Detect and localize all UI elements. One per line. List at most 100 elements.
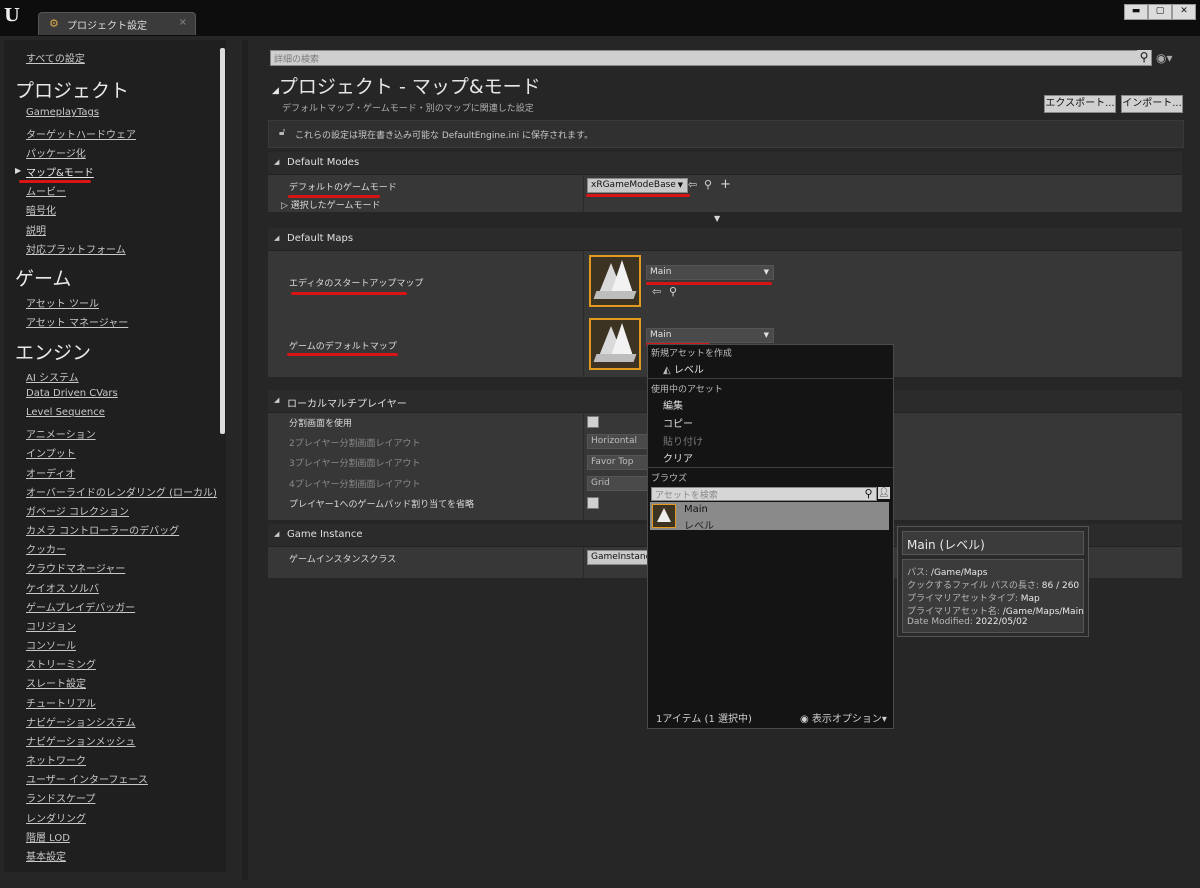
collapse-arrow-icon: ◢ bbox=[274, 530, 280, 538]
export-button[interactable]: エクスポート... bbox=[1044, 95, 1116, 113]
browse-search-icon[interactable]: ⚲ bbox=[704, 178, 712, 191]
use-selected-arrow-icon[interactable]: ⇦ bbox=[688, 178, 697, 191]
sidebar-item-engine[interactable]: スレート設定 bbox=[26, 675, 86, 690]
user-filter-icon[interactable]: 👤︎ bbox=[878, 487, 890, 499]
three-player-layout-combo[interactable]: Favor Top bbox=[587, 455, 650, 470]
unreal-logo-icon: U bbox=[4, 5, 20, 26]
sidebar-item-engine[interactable]: アニメーション bbox=[26, 426, 96, 441]
sidebar-item-engine[interactable]: オーディオ bbox=[26, 465, 75, 480]
sidebar-item-engine[interactable]: コンソール bbox=[26, 637, 76, 652]
search-icon[interactable]: ⚲ bbox=[862, 487, 875, 500]
sidebar-item-engine[interactable]: ユーザー インターフェース bbox=[26, 771, 148, 786]
copy-item[interactable]: コピー bbox=[663, 415, 693, 430]
game-mode-combo[interactable]: xRGameModeBase ▼ bbox=[587, 178, 688, 193]
sidebar-item-engine[interactable]: ナビゲーションシステム bbox=[26, 714, 136, 729]
asset-picker-popup: 新規アセットを作成 ◭ レベル 使用中のアセット 編集 コピー 貼り付け クリア… bbox=[647, 344, 894, 729]
maximize-button[interactable]: ▢ bbox=[1148, 4, 1172, 20]
browse-search-icon[interactable]: ⚲ bbox=[669, 285, 677, 298]
sidebar-item-engine[interactable]: インプット bbox=[26, 445, 76, 460]
view-options-eye-icon[interactable]: ◉▾ bbox=[1156, 51, 1173, 65]
sidebar-item-engine[interactable]: チュートリアル bbox=[26, 695, 96, 710]
column-divider bbox=[583, 524, 584, 578]
collapse-arrow-icon: ◢ bbox=[274, 396, 280, 404]
sidebar-item-crypto[interactable]: 暗号化 bbox=[26, 202, 56, 217]
use-selected-arrow-icon[interactable]: ⇦ bbox=[652, 285, 661, 298]
advanced-expand-icon[interactable]: ▼ bbox=[714, 214, 720, 223]
asset-search-input[interactable]: アセットを検索 bbox=[651, 487, 877, 501]
skip-gamepad-checkbox[interactable] bbox=[587, 497, 599, 509]
separator bbox=[648, 467, 893, 468]
sidebar-item-engine[interactable]: ランドスケープ bbox=[26, 790, 95, 805]
two-player-layout-combo[interactable]: Horizontal bbox=[587, 434, 650, 449]
asset-tooltip: Main (レベル) パス: /Game/Maps クックするファイル パスの長… bbox=[897, 526, 1089, 637]
close-window-button[interactable]: ✕ bbox=[1172, 4, 1196, 20]
sidebar-item-engine[interactable]: 階層 LOD bbox=[26, 829, 70, 844]
three-player-layout-label: 3プレイヤー分割画面レイアウト bbox=[289, 459, 421, 469]
add-icon[interactable]: + bbox=[720, 177, 731, 192]
sidebar-item-movies[interactable]: ムービー bbox=[26, 183, 66, 198]
sidebar-item-asset-manager[interactable]: アセット マネージャー bbox=[26, 314, 128, 329]
section-default-maps[interactable]: ◢ Default Maps bbox=[268, 228, 1182, 251]
game-default-map-combo[interactable]: Main ▼ bbox=[646, 328, 774, 343]
sidebar-item-engine[interactable]: ゲームプレイデバッガー bbox=[26, 599, 135, 614]
split-screen-checkbox[interactable] bbox=[587, 416, 599, 428]
sidebar-item-engine[interactable]: ガベージ コレクション bbox=[26, 503, 129, 518]
sidebar-all-settings[interactable]: すべての設定 bbox=[26, 50, 85, 65]
section-default-modes[interactable]: ◢ Default Modes bbox=[268, 152, 1182, 175]
search-icon[interactable]: ⚲ bbox=[1137, 50, 1151, 64]
sidebar-item-engine[interactable]: AI システム bbox=[26, 369, 79, 384]
sidebar-item-engine[interactable]: レンダリング bbox=[26, 810, 86, 825]
title-bar: U ⚙ プロジェクト設定 × ▬ ▢ ✕ bbox=[0, 0, 1200, 37]
edit-item[interactable]: 編集 bbox=[663, 397, 683, 412]
section-title: Game Instance bbox=[287, 529, 363, 540]
sidebar-item-engine[interactable]: カメラ コントローラーのデバッグ bbox=[26, 522, 179, 537]
sidebar-item-engine[interactable]: オーバーライドのレンダリング (ローカル) bbox=[26, 484, 217, 499]
tab-close-icon[interactable]: × bbox=[179, 17, 187, 28]
editor-startup-map-combo[interactable]: Main ▼ bbox=[646, 265, 774, 280]
sidebar-item-engine[interactable]: 基本設定 bbox=[26, 848, 66, 863]
tab-project-settings[interactable]: ⚙ プロジェクト設定 × bbox=[38, 12, 196, 35]
tooltip-row: プライマリアセット名: /Game/Maps/Main bbox=[907, 607, 1084, 617]
sidebar-splitter[interactable] bbox=[242, 40, 248, 880]
sidebar-item-engine[interactable]: Data Driven CVars bbox=[26, 388, 118, 399]
column-divider bbox=[583, 390, 584, 520]
sidebar-item-engine[interactable]: ストリーミング bbox=[26, 656, 96, 671]
map-thumbnail[interactable] bbox=[589, 318, 641, 370]
in-use-header: 使用中のアセット bbox=[651, 385, 723, 395]
sidebar-item-engine[interactable]: クッカー bbox=[26, 541, 66, 556]
selected-game-mode-expander[interactable]: ▷ 選択したゲームモード bbox=[281, 198, 381, 211]
sidebar-item-packaging[interactable]: パッケージ化 bbox=[26, 145, 86, 160]
details-search-input[interactable]: 詳細の検索 bbox=[270, 50, 1152, 66]
game-instance-class-combo[interactable]: GameInstance bbox=[587, 550, 650, 565]
sidebar-item-engine[interactable]: ナビゲーションメッシュ bbox=[26, 733, 136, 748]
column-divider bbox=[583, 228, 584, 378]
level-icon: ◭ bbox=[663, 365, 674, 376]
sidebar-item-target-hardware[interactable]: ターゲットハードウェア bbox=[26, 126, 136, 141]
create-level-item[interactable]: ◭ レベル bbox=[663, 361, 704, 376]
sidebar-item-engine[interactable]: Level Sequence bbox=[26, 407, 105, 418]
four-player-layout-combo[interactable]: Grid bbox=[587, 476, 650, 491]
map-thumbnail[interactable] bbox=[589, 255, 641, 307]
sidebar-item-gameplaytags[interactable]: GameplayTags bbox=[26, 107, 99, 118]
sidebar-item-engine[interactable]: コリジョン bbox=[26, 618, 76, 633]
chevron-down-icon: ▾ bbox=[881, 714, 887, 725]
sidebar-item-maps-modes[interactable]: マップ&モード bbox=[26, 164, 94, 179]
sidebar-item-engine[interactable]: ネットワーク bbox=[26, 752, 86, 767]
tooltip-row: クックするファイル パスの長さ: 86 / 260 bbox=[907, 581, 1080, 591]
paste-item[interactable]: 貼り付け bbox=[663, 433, 703, 448]
sidebar-item-supported-platforms[interactable]: 対応プラットフォーム bbox=[26, 241, 126, 256]
asset-type: レベル bbox=[684, 521, 714, 532]
clear-item[interactable]: クリア bbox=[663, 450, 693, 465]
page-title: ◢プロジェクト - マップ&モード bbox=[272, 76, 541, 98]
config-info-text: これらの設定は現在書き込み可能な DefaultEngine.ini に保存され… bbox=[295, 131, 594, 141]
sidebar-item-engine[interactable]: ケイオス ソルバ bbox=[26, 580, 99, 595]
view-options-button[interactable]: ◉ 表示オプション▾ bbox=[800, 710, 887, 725]
sidebar-scrollbar[interactable] bbox=[220, 48, 225, 434]
asset-list-item[interactable]: Main レベル bbox=[650, 502, 889, 532]
sidebar-item-description[interactable]: 説明 bbox=[26, 222, 46, 237]
minimize-button[interactable]: ▬ bbox=[1124, 4, 1148, 20]
import-button[interactable]: インポート... bbox=[1121, 95, 1183, 113]
tooltip-row: パス: /Game/Maps bbox=[907, 568, 988, 578]
sidebar-item-engine[interactable]: クラウドマネージャー bbox=[26, 560, 125, 575]
sidebar-item-asset-tools[interactable]: アセット ツール bbox=[26, 295, 99, 310]
